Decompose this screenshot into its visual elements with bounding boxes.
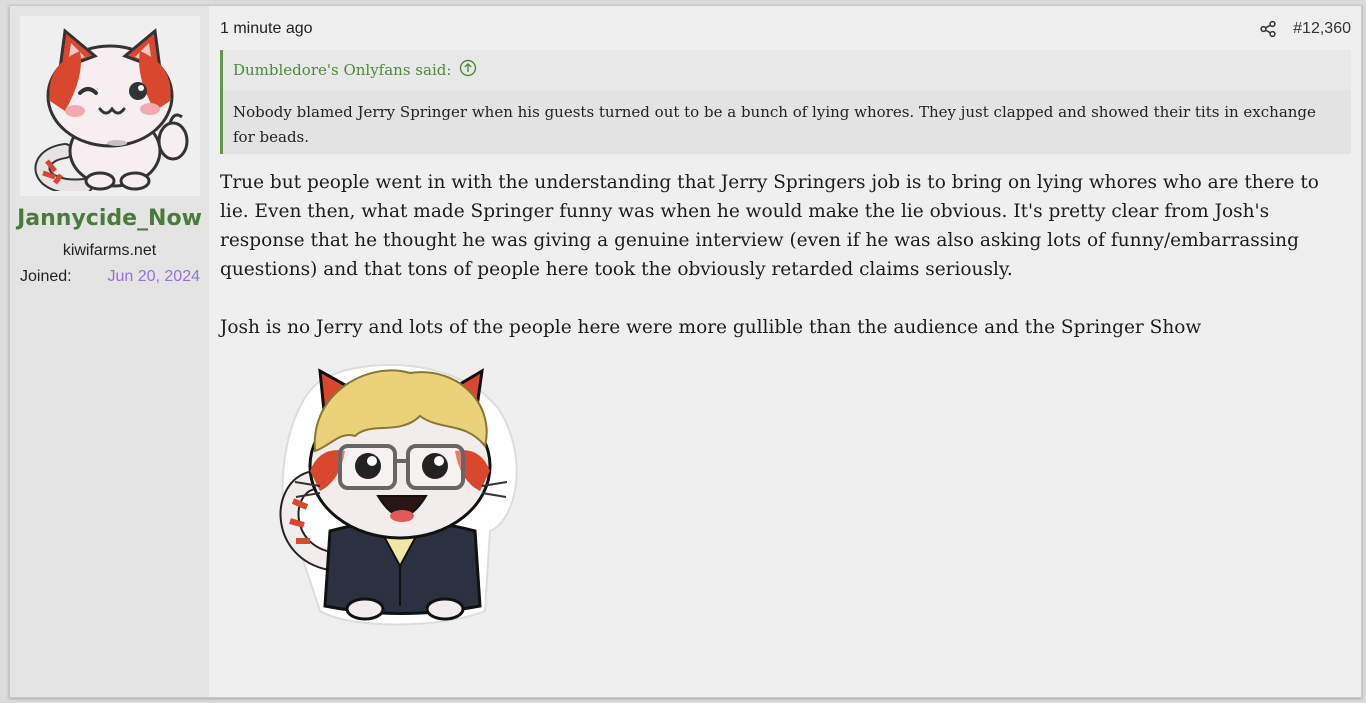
joined-label: Joined:	[20, 268, 72, 285]
post-number-link[interactable]: #12,360	[1293, 20, 1351, 38]
joined-row: Joined: Jun 20, 2024	[20, 268, 200, 286]
avatar-cat-image	[34, 28, 189, 191]
username-link[interactable]: Jannycide_Now	[10, 206, 209, 231]
post-header: 1 minute ago #12,360	[220, 18, 1351, 40]
post-header-actions: #12,360	[1259, 20, 1351, 38]
post-timestamp[interactable]: 1 minute ago	[220, 20, 313, 38]
sticker-image[interactable]	[260, 351, 530, 631]
quote-title[interactable]: Dumbledore's Onlyfans said:	[223, 50, 1351, 90]
quote-text: Nobody blamed Jerry Springer when his gu…	[233, 103, 1316, 146]
cat-with-glasses-image	[279, 363, 518, 626]
joined-date: Jun 20, 2024	[107, 268, 200, 285]
post-container: Jannycide_Now kiwifarms.net Joined: Jun …	[9, 5, 1362, 698]
post-main: 1 minute ago #12,360 Dumbledore's Onlyfa…	[220, 6, 1361, 697]
user-sidebar: Jannycide_Now kiwifarms.net Joined: Jun …	[10, 6, 209, 697]
user-title: kiwifarms.net	[62, 242, 157, 259]
quote-block: Dumbledore's Onlyfans said: Nobody blame…	[220, 50, 1351, 154]
post-message: True but people went in with the underst…	[220, 168, 1351, 342]
message-paragraph: Josh is no Jerry and lots of the people …	[220, 317, 1202, 338]
arrow-up-circle-icon[interactable]	[459, 59, 477, 81]
message-paragraph: True but people went in with the underst…	[220, 172, 1319, 280]
avatar[interactable]	[20, 16, 200, 196]
share-icon[interactable]	[1259, 20, 1277, 38]
quote-author[interactable]: Dumbledore's Onlyfans said:	[233, 61, 451, 79]
